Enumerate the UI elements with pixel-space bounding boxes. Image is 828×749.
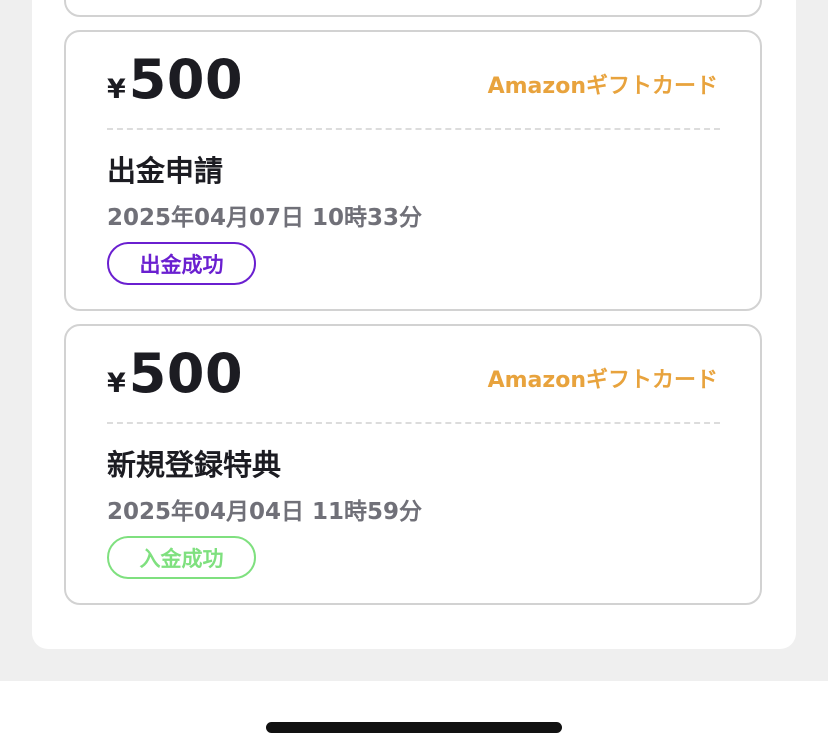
transaction-datetime: 2025年04月04日 11時59分 (107, 499, 423, 525)
payout-method: Amazonギフトカード (487, 368, 718, 393)
dashed-divider (107, 422, 720, 424)
transaction-title: 新規登録特典 (107, 448, 282, 482)
status-badge: 出金成功 (107, 242, 256, 285)
currency-symbol: ¥ (107, 368, 126, 399)
payout-method: Amazonギフトカード (487, 74, 718, 99)
transaction-card[interactable]: ¥ 500 Amazonギフトカード 出金申請 2025年04月07日 10時3… (64, 30, 762, 311)
amount-value: 500 (128, 48, 244, 111)
currency-symbol: ¥ (107, 74, 126, 105)
transaction-title: 出金申請 (107, 154, 224, 188)
status-badge: 入金成功 (107, 536, 256, 579)
dashed-divider (107, 128, 720, 130)
amount: ¥ 500 (107, 48, 243, 112)
transaction-card[interactable]: ¥ 500 Amazonギフトカード 新規登録特典 2025年04月04日 11… (64, 324, 762, 605)
bottom-safe-area (0, 681, 828, 749)
amount: ¥ 500 (107, 342, 243, 406)
transaction-card-partial[interactable] (64, 0, 762, 17)
transaction-datetime: 2025年04月07日 10時33分 (107, 205, 423, 231)
home-indicator[interactable] (266, 722, 562, 733)
amount-value: 500 (128, 342, 244, 405)
